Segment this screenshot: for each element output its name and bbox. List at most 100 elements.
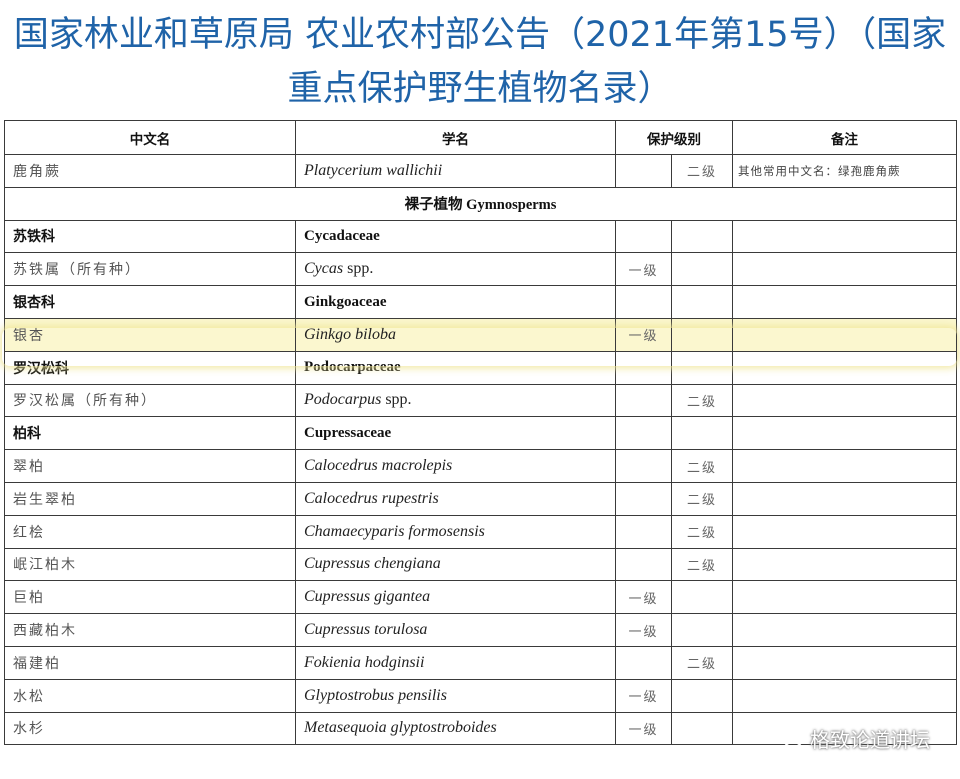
scientific-name: Glyptostrobus pensilis	[304, 686, 447, 704]
chinese-name-cell: 银杏	[4, 317, 296, 352]
level-2-cell	[671, 711, 733, 746]
chinese-name-cell: 水松	[4, 678, 296, 713]
watermark-text: 格致论道讲坛	[810, 727, 930, 752]
level-1-cell: 一级	[615, 613, 672, 647]
remark-cell	[732, 547, 957, 582]
scientific-name-cell: Ginkgo biloba	[295, 317, 616, 352]
level-2-cell: 二级	[671, 449, 733, 483]
table-row: 岩生翠柏 Calocedrus rupestris 二级	[4, 481, 957, 516]
level-1-cell	[615, 285, 672, 319]
family-chinese-name: 苏铁科	[4, 219, 296, 254]
table-row: 裸子植物 Gymnosperms	[4, 186, 957, 221]
remark-cell	[732, 285, 957, 319]
level-2-cell	[671, 416, 733, 451]
level-1-cell	[615, 645, 672, 680]
scientific-name-cell: Cupressus chengiana	[295, 547, 616, 582]
table-row: 鹿角蕨 Platycerium wallichii 二级 其他常用中文名：绿孢鹿角蕨	[4, 154, 957, 188]
table-row: 红桧 Chamaecyparis formosensis 二级	[4, 514, 957, 549]
remark-cell	[732, 219, 957, 254]
family-scientific-name: Ginkgoaceae	[295, 285, 616, 319]
level-2-cell: 二级	[671, 383, 733, 418]
chinese-name-cell: 水杉	[4, 711, 296, 746]
protected-plants-table: 中文名 学名 保护级别 备注 鹿角蕨 Platycerium wallichii 二…	[4, 120, 957, 746]
level-2-cell	[671, 285, 733, 319]
remark-cell	[732, 350, 957, 385]
species-abbreviation: spp.	[343, 260, 374, 278]
watermark: 格致论道讲坛	[774, 723, 930, 753]
scientific-name: Cycas	[304, 260, 344, 278]
remark-cell	[732, 449, 957, 483]
chinese-name-cell: 翠柏	[4, 449, 296, 483]
level-1-cell	[615, 219, 672, 254]
level-1-cell	[615, 481, 672, 516]
scientific-name-cell: Calocedrus macrolepis	[295, 449, 616, 483]
chinese-name-cell: 福建柏	[4, 645, 296, 680]
family-scientific-name: Cupressaceae	[295, 416, 616, 451]
scientific-name: Platycerium wallichii	[304, 161, 443, 179]
family-chinese-name: 银杏科	[4, 285, 296, 319]
family-scientific-name: Cycadaceae	[295, 219, 616, 254]
scientific-name: Fokienia hodginsii	[304, 653, 425, 671]
scientific-name-cell: Podocarpus spp.	[295, 383, 616, 418]
chinese-name-cell: 岩生翠柏	[4, 481, 296, 516]
level-2-cell: 二级	[671, 154, 733, 188]
scientific-name-cell: Cycas spp.	[295, 252, 616, 287]
scientific-name-cell: Cupressus torulosa	[295, 613, 616, 647]
page-title: 国家林业和草原局 农业农村部公告（2021年第15号）（国家 重点保护野生植物名…	[0, 8, 960, 116]
chinese-name-cell: 罗汉松属（所有种）	[4, 383, 296, 418]
scientific-name-cell: Glyptostrobus pensilis	[295, 678, 616, 713]
header-remarks: 备注	[732, 120, 957, 155]
level-1-cell	[615, 383, 672, 418]
table-row: 罗汉松属（所有种） Podocarpus spp. 二级	[4, 383, 957, 418]
chinese-name-cell: 红桧	[4, 514, 296, 549]
remark-cell	[732, 514, 957, 549]
level-1-cell	[615, 350, 672, 385]
table-row: 苏铁属（所有种） Cycas spp. 一级	[4, 252, 957, 287]
family-scientific-name: Podocarpaceae	[295, 350, 616, 385]
level-2-cell: 二级	[671, 645, 733, 680]
level-1-cell: 一级	[615, 252, 672, 287]
remark-cell	[732, 481, 957, 516]
family-chinese-name: 柏科	[4, 416, 296, 451]
table-row: 福建柏 Fokienia hodginsii 二级	[4, 645, 957, 680]
remark-cell	[732, 613, 957, 647]
family-chinese-name: 罗汉松科	[4, 350, 296, 385]
level-1-cell: 一级	[615, 711, 672, 746]
scientific-name: Cupressus gigantea	[304, 588, 431, 606]
family-row: 罗汉松科 Podocarpaceae	[4, 350, 957, 385]
header-chinese-name: 中文名	[4, 120, 296, 155]
scientific-name-cell: Cupressus gigantea	[295, 580, 616, 615]
chinese-name-cell: 岷江柏木	[4, 547, 296, 582]
remark-cell	[732, 645, 957, 680]
level-2-cell	[671, 252, 733, 287]
chinese-name-cell: 西藏柏木	[4, 613, 296, 647]
level-1-cell	[615, 416, 672, 451]
table-row: 西藏柏木 Cupressus torulosa 一级	[4, 613, 957, 647]
scientific-name: Podocarpus	[304, 391, 382, 409]
level-1-cell	[615, 514, 672, 549]
level-1-cell: 一级	[615, 317, 672, 352]
table-row: 银杏 Ginkgo biloba 一级	[4, 317, 957, 352]
table-body: 鹿角蕨 Platycerium wallichii 二级 其他常用中文名：绿孢鹿角蕨裸…	[4, 154, 957, 746]
scientific-name: Cupressus torulosa	[304, 621, 428, 639]
level-2-cell	[671, 678, 733, 713]
family-row: 银杏科 Ginkgoaceae	[4, 285, 957, 319]
table-header-row: 中文名 学名 保护级别 备注	[4, 120, 957, 155]
scientific-name: Calocedrus macrolepis	[304, 457, 453, 475]
remark-cell: 其他常用中文名：绿孢鹿角蕨	[732, 154, 957, 188]
level-2-cell	[671, 350, 733, 385]
species-abbreviation: spp.	[381, 391, 412, 409]
table-row: 巨柏 Cupressus gigantea 一级	[4, 580, 957, 615]
table-row: 岷江柏木 Cupressus chengiana 二级	[4, 547, 957, 582]
wechat-icon	[774, 725, 804, 751]
header-scientific-name: 学名	[295, 120, 616, 155]
scientific-name-cell: Platycerium wallichii	[295, 154, 616, 188]
level-2-cell: 二级	[671, 514, 733, 549]
remark-cell	[732, 416, 957, 451]
level-2-cell: 二级	[671, 547, 733, 582]
remark-cell	[732, 580, 957, 615]
level-2-cell	[671, 613, 733, 647]
table-row: 水松 Glyptostrobus pensilis 一级	[4, 678, 957, 713]
level-1-cell	[615, 449, 672, 483]
table-row: 翠柏 Calocedrus macrolepis 二级	[4, 449, 957, 483]
